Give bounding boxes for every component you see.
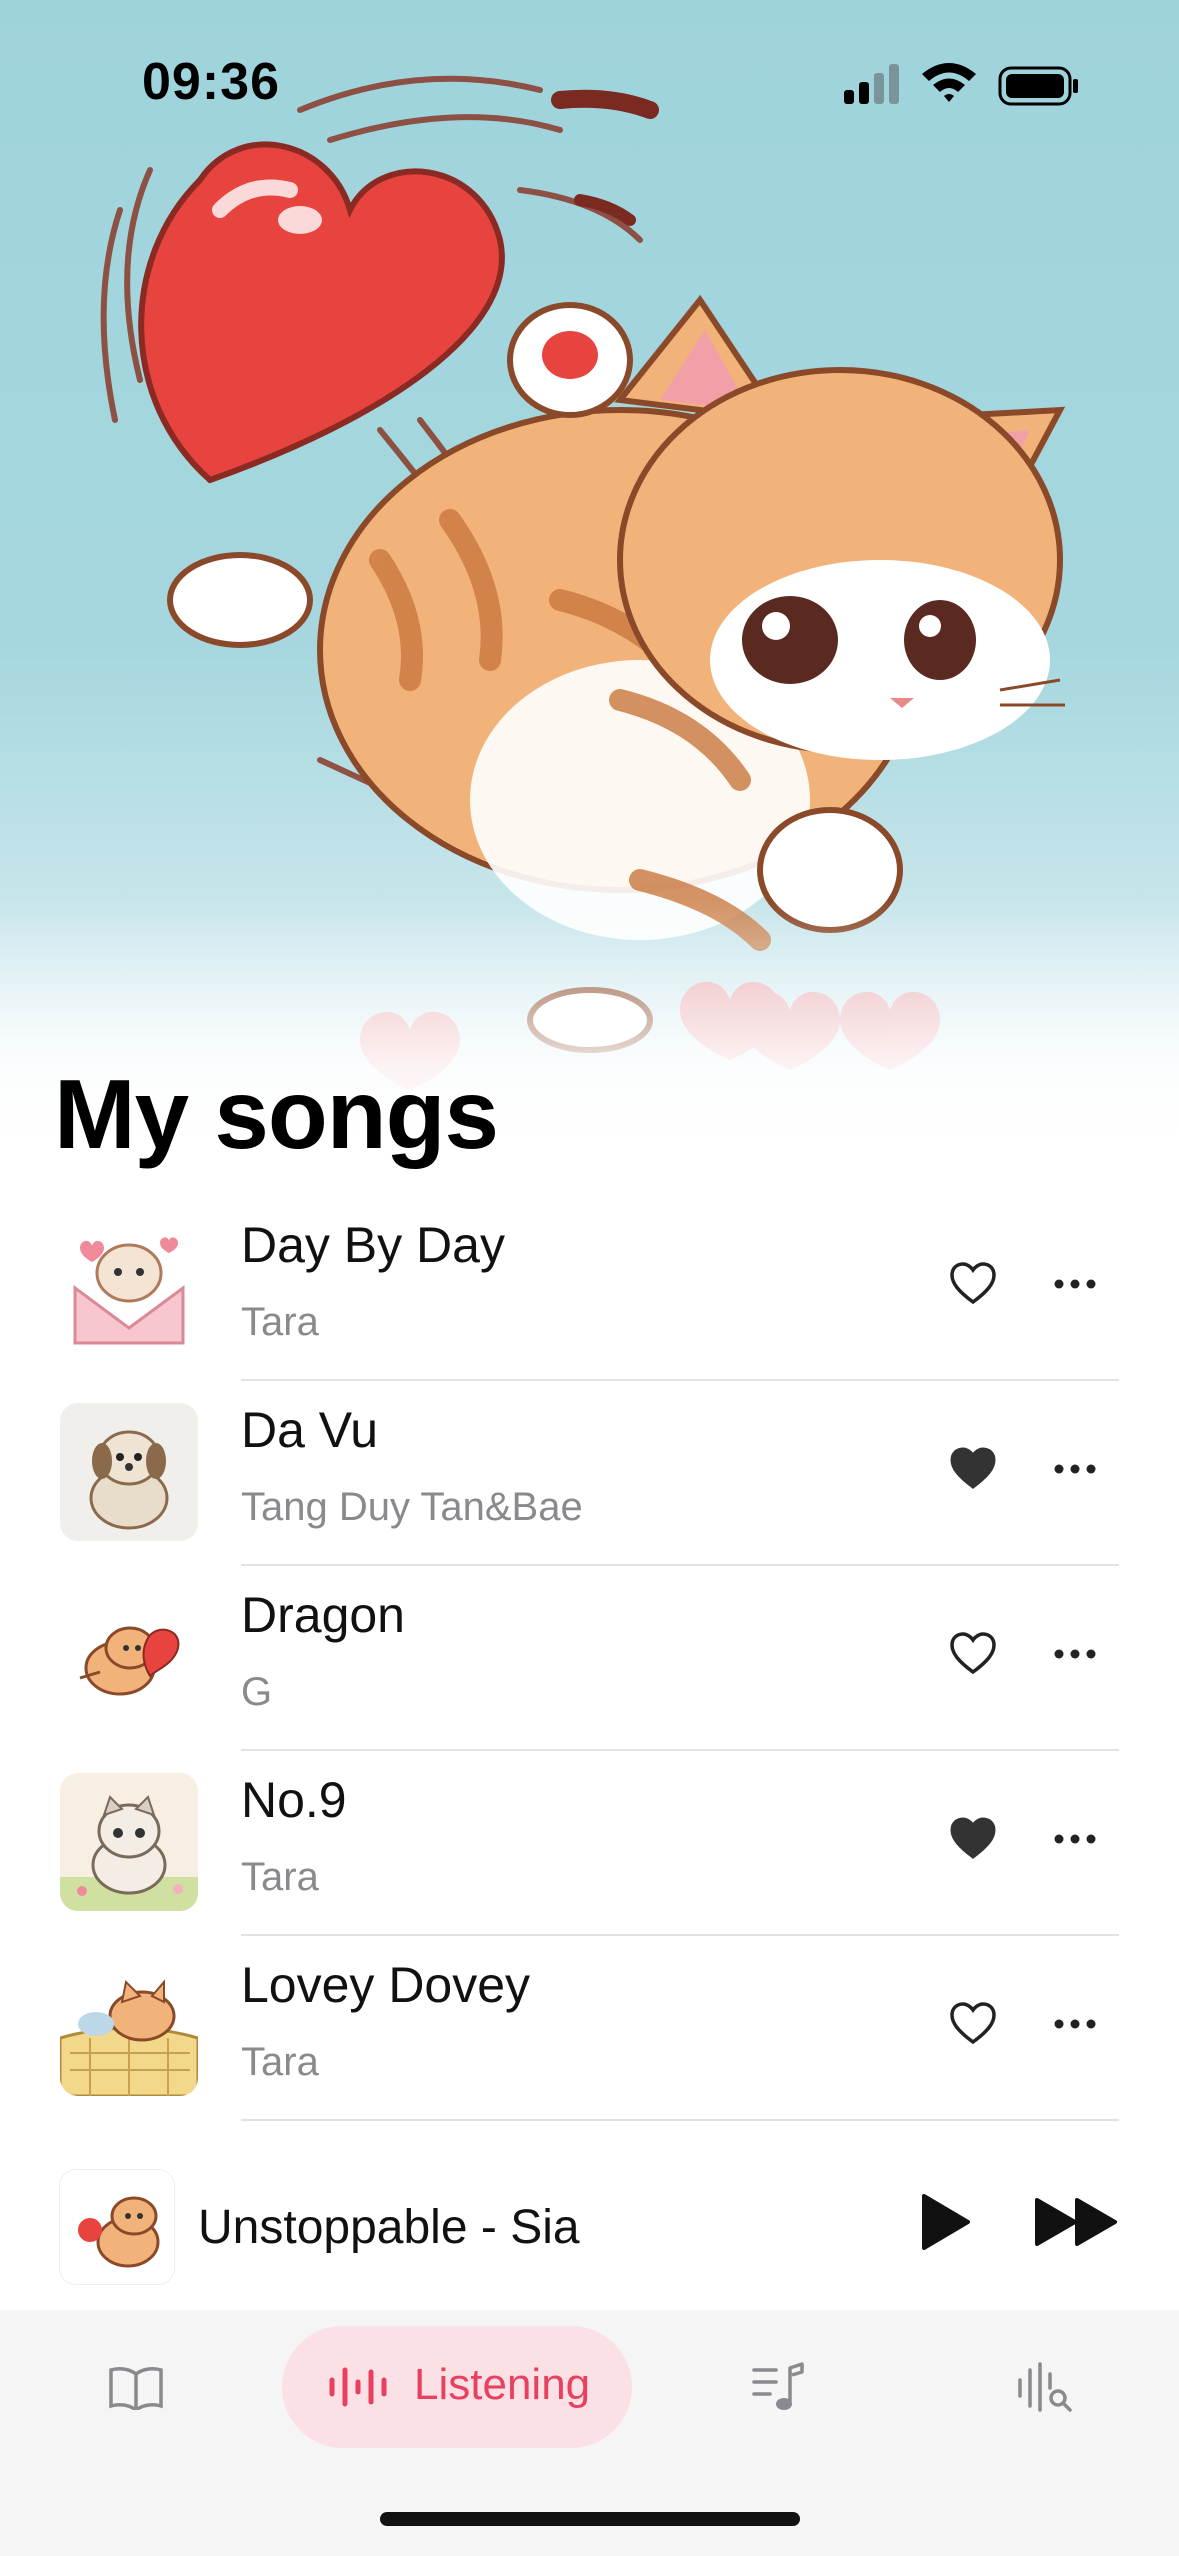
wifi-icon (922, 63, 976, 102)
playlist-music-icon[interactable] (750, 2360, 806, 2414)
song-title: Day By Day (241, 1217, 505, 1273)
status-time: 09:36 (142, 53, 280, 111)
album-art (60, 1218, 198, 1356)
album-art (60, 1403, 198, 1541)
heart-outline-icon[interactable] (948, 1629, 998, 1679)
song-artist: Tara (241, 1300, 319, 1344)
song-row[interactable]: No.9 Tara (0, 1751, 1179, 1936)
row-divider (241, 2119, 1119, 2121)
heart-filled-icon[interactable] (948, 1444, 998, 1494)
cellular-signal-icon (844, 64, 899, 104)
song-row[interactable]: Day By Day Tara (0, 1196, 1179, 1381)
tab-listening[interactable]: Listening (282, 2326, 632, 2448)
song-artist: Tara (241, 1855, 319, 1899)
more-options-icon[interactable] (1050, 1259, 1100, 1309)
now-playing-title: Unstoppable - Sia (198, 2201, 580, 2254)
page-title: My songs (54, 1059, 499, 1169)
more-options-icon[interactable] (1050, 1999, 1100, 2049)
fast-forward-icon[interactable] (1034, 2196, 1120, 2248)
song-title: Lovey Dovey (241, 1957, 531, 2013)
sound-search-icon[interactable] (1016, 2360, 1074, 2414)
now-playing-art (60, 2170, 174, 2284)
album-art (60, 1773, 198, 1911)
more-options-icon[interactable] (1050, 1629, 1100, 1679)
heart-filled-icon[interactable] (948, 1814, 998, 1864)
song-artist: Tang Duy Tan&Bae (241, 1485, 583, 1529)
song-title: No.9 (241, 1772, 347, 1828)
album-art (60, 1588, 198, 1726)
hero-artwork (0, 0, 1179, 1180)
song-row[interactable]: Da Vu Tang Duy Tan&Bae (0, 1381, 1179, 1566)
mini-player[interactable]: Unstoppable - Sia (0, 2150, 1179, 2310)
library-book-icon[interactable] (108, 2364, 164, 2410)
tab-listening-label: Listening (414, 2360, 591, 2409)
song-artist: G (241, 1670, 273, 1714)
song-row[interactable]: Dragon G (0, 1566, 1179, 1751)
home-indicator (380, 2512, 800, 2526)
waveform-icon (329, 2367, 387, 2407)
album-art (60, 1958, 198, 2096)
battery-icon (998, 66, 1078, 106)
song-artist: Tara (241, 2040, 319, 2084)
song-title: Dragon (241, 1587, 405, 1643)
song-row[interactable]: Lovey Dovey Tara (0, 1936, 1179, 2121)
more-options-icon[interactable] (1050, 1444, 1100, 1494)
play-icon[interactable] (920, 2192, 972, 2252)
heart-outline-icon[interactable] (948, 1999, 998, 2049)
song-title: Da Vu (241, 1402, 379, 1458)
more-options-icon[interactable] (1050, 1814, 1100, 1864)
status-bar: 09:36 (0, 0, 1179, 160)
heart-outline-icon[interactable] (948, 1259, 998, 1309)
